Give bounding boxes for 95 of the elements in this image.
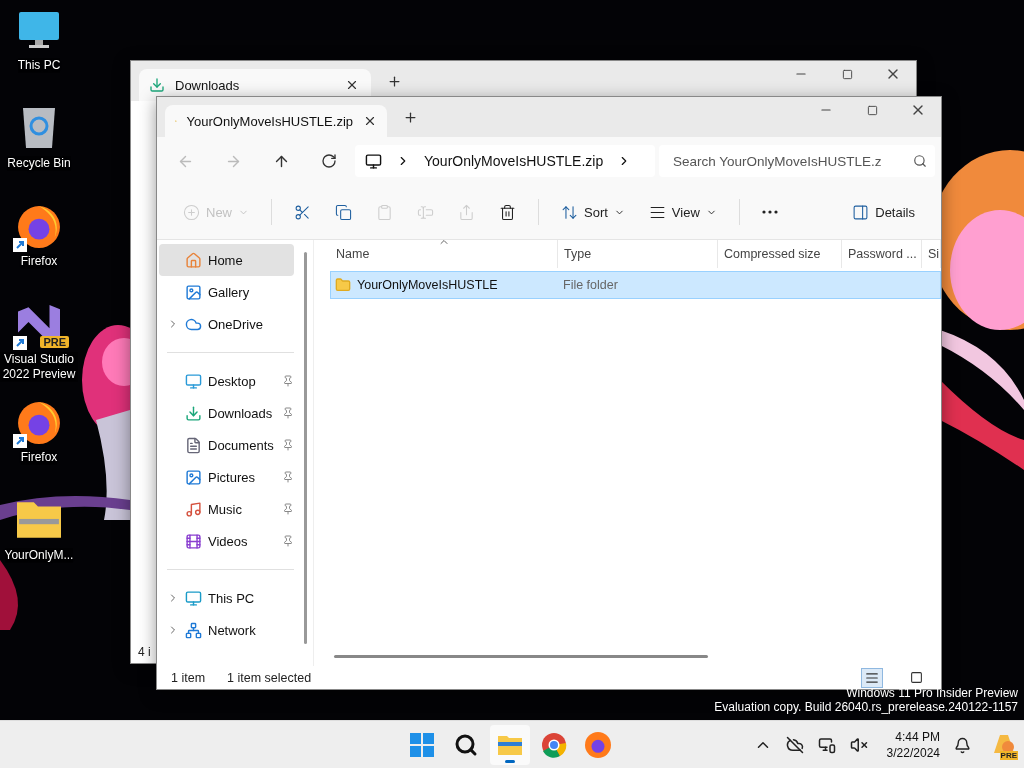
pin-icon: [282, 407, 294, 419]
pin-icon: [282, 439, 294, 451]
clipboard-icon: [376, 203, 393, 221]
sidebar-item[interactable]: Home: [159, 244, 294, 276]
selection-count: 1 item selected: [227, 670, 312, 685]
file-row[interactable]: YourOnlyMoveIsHUSTLE File folder: [330, 271, 941, 299]
column-header[interactable]: Name: [330, 240, 558, 268]
sidebar-item[interactable]: This PC: [159, 582, 294, 614]
sidebar-item[interactable]: Videos: [159, 525, 294, 557]
column-header[interactable]: Si: [922, 240, 941, 268]
pin-icon: [282, 471, 294, 483]
sidebar-item[interactable]: Downloads: [159, 397, 294, 429]
maximize-icon: [866, 104, 878, 116]
item-count: 1 item: [171, 670, 206, 685]
column-header[interactable]: Type: [558, 240, 718, 268]
monitor-icon: [185, 589, 202, 607]
search-icon: [913, 154, 927, 168]
file-type: File folder: [562, 278, 619, 292]
sidebar-item[interactable]: Music: [159, 493, 294, 525]
network-icon: [185, 621, 202, 639]
close-icon: [345, 78, 359, 92]
address-bar[interactable]: YourOnlyMoveIsHUSTLE.zip: [355, 145, 655, 177]
document-icon: [185, 436, 202, 454]
cloud-off-icon: [785, 736, 804, 754]
desktop-icon: [185, 372, 202, 390]
sidebar-item[interactable]: Network: [159, 614, 294, 646]
muted-speaker-icon: [849, 736, 868, 754]
firefox-icon: [585, 732, 611, 758]
network-icon: [817, 736, 836, 754]
panel-icon: [852, 203, 870, 221]
sidebar-item[interactable]: Gallery: [159, 276, 294, 308]
add-icon: [183, 203, 200, 221]
monitor-icon: [365, 152, 382, 170]
scissors-icon: [294, 203, 311, 221]
view-button[interactable]: View: [640, 196, 725, 228]
home-icon: [185, 251, 202, 269]
pin-icon: [282, 375, 294, 387]
file-name: YourOnlyMoveIsHUSTLE: [331, 277, 559, 293]
sort-button[interactable]: Sort: [553, 196, 633, 228]
scrollbar[interactable]: [334, 655, 708, 658]
download-icon: [185, 404, 202, 422]
sidebar-item[interactable]: OneDrive: [159, 308, 294, 340]
breadcrumb[interactable]: YourOnlyMoveIsHUSTLE.zip: [424, 153, 604, 169]
recycle-bin-icon: [21, 106, 57, 150]
pin-icon: [282, 503, 294, 515]
window-tab[interactable]: YourOnlyMoveIsHUSTLE.zip: [165, 105, 387, 137]
desktop-icon-label: YourOnlyM...: [4, 548, 74, 563]
sidebar-item[interactable]: Documents: [159, 429, 294, 461]
monitor-icon: [17, 10, 61, 50]
chrome-icon: [541, 732, 567, 758]
more-icon: [761, 210, 778, 214]
folder-icon: [497, 734, 523, 756]
refresh-icon: [321, 153, 337, 169]
close-icon: [363, 114, 377, 128]
preview-badge: PRE: [999, 751, 1018, 760]
maximize-icon: [841, 68, 853, 80]
clock[interactable]: 4:44 PM 3/22/2024: [886, 729, 940, 761]
tile-icon: [909, 671, 923, 684]
copilot-button[interactable]: PRE: [988, 730, 1018, 760]
shortcut-arrow-icon: [13, 336, 27, 350]
details-view-button[interactable]: [861, 667, 883, 688]
desktop-icon-label: Recycle Bin: [7, 156, 71, 171]
scrollbar[interactable]: [304, 252, 307, 644]
search-field[interactable]: Search YourOnlyMoveIsHUSTLE.z: [659, 145, 935, 177]
status-text: 4 i: [138, 645, 151, 659]
column-header[interactable]: Password ...: [842, 240, 922, 268]
plus-icon: [386, 73, 402, 89]
video-icon: [185, 532, 202, 550]
download-icon: [149, 77, 165, 93]
pin-icon: [282, 535, 294, 547]
watermark-text: Evaluation copy. Build 26040.rs_prerelease.240122-1157: [714, 700, 1018, 714]
column-header[interactable]: Compressed size: [718, 240, 842, 268]
details-button[interactable]: Details: [844, 196, 923, 228]
share-icon: [458, 203, 475, 221]
wallpaper-drawing: [0, 560, 18, 630]
firefox-icon: [17, 400, 61, 444]
copy-icon: [335, 203, 352, 221]
windows-logo-icon: [410, 733, 434, 757]
sort-icon: [561, 203, 578, 221]
pictures-icon: [185, 468, 202, 486]
firefox-icon: [17, 204, 61, 248]
list-icon: [865, 670, 879, 685]
preview-badge: PRE: [40, 336, 69, 348]
shortcut-arrow-icon: [13, 238, 27, 252]
folder-icon: [335, 277, 351, 293]
search-icon: [454, 733, 478, 757]
rename-icon: [417, 203, 434, 221]
bell-icon: [953, 736, 971, 754]
gallery-icon: [185, 283, 202, 301]
plus-icon: [402, 109, 418, 125]
sidebar-item[interactable]: Pictures: [159, 461, 294, 493]
trash-icon: [499, 203, 516, 221]
sidebar-item[interactable]: Desktop: [159, 365, 294, 397]
shortcut-arrow-icon: [13, 434, 27, 448]
music-icon: [185, 500, 202, 518]
